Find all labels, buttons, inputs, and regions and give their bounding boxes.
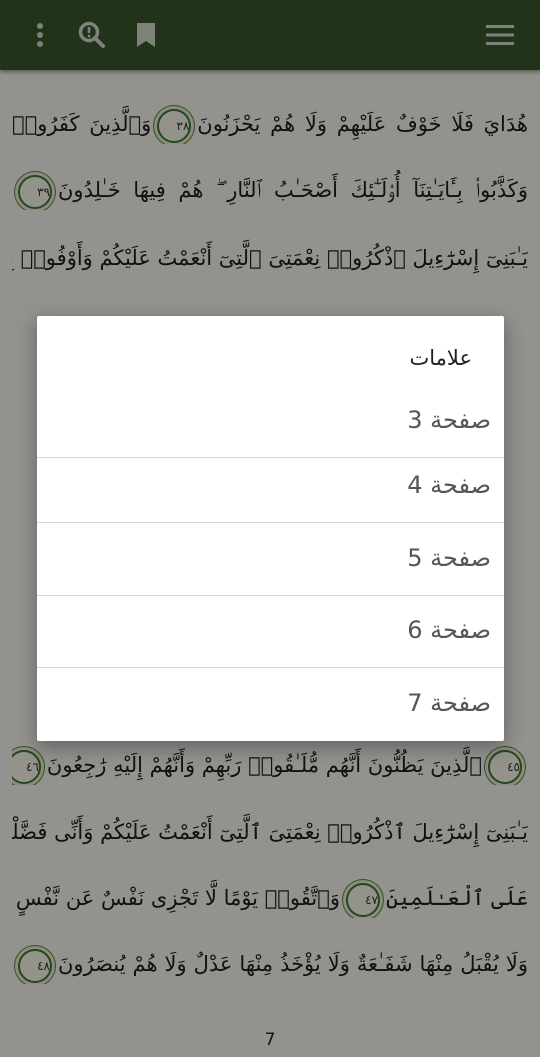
bookmark-item-page-4[interactable]: صفحة 4 bbox=[37, 451, 504, 523]
dialog-title: علامات bbox=[409, 346, 472, 370]
bookmarks-dialog: علامات صفحة 3 صفحة 4 صفحة 5 صفحة 6 صفحة … bbox=[37, 316, 504, 741]
bookmark-item-page-5[interactable]: صفحة 5 bbox=[37, 524, 504, 596]
bookmark-item-label: صفحة 6 bbox=[407, 616, 491, 644]
bookmark-item-page-7[interactable]: صفحة 7 bbox=[37, 669, 504, 741]
bookmark-item-label: صفحة 5 bbox=[407, 544, 491, 572]
bookmark-item-label: صفحة 3 bbox=[407, 406, 491, 434]
bookmark-item-page-3[interactable]: صفحة 3 bbox=[37, 386, 504, 458]
bookmark-item-label: صفحة 7 bbox=[407, 689, 491, 717]
bookmark-item-label: صفحة 4 bbox=[407, 471, 491, 499]
bookmark-item-page-6[interactable]: صفحة 6 bbox=[37, 596, 504, 668]
